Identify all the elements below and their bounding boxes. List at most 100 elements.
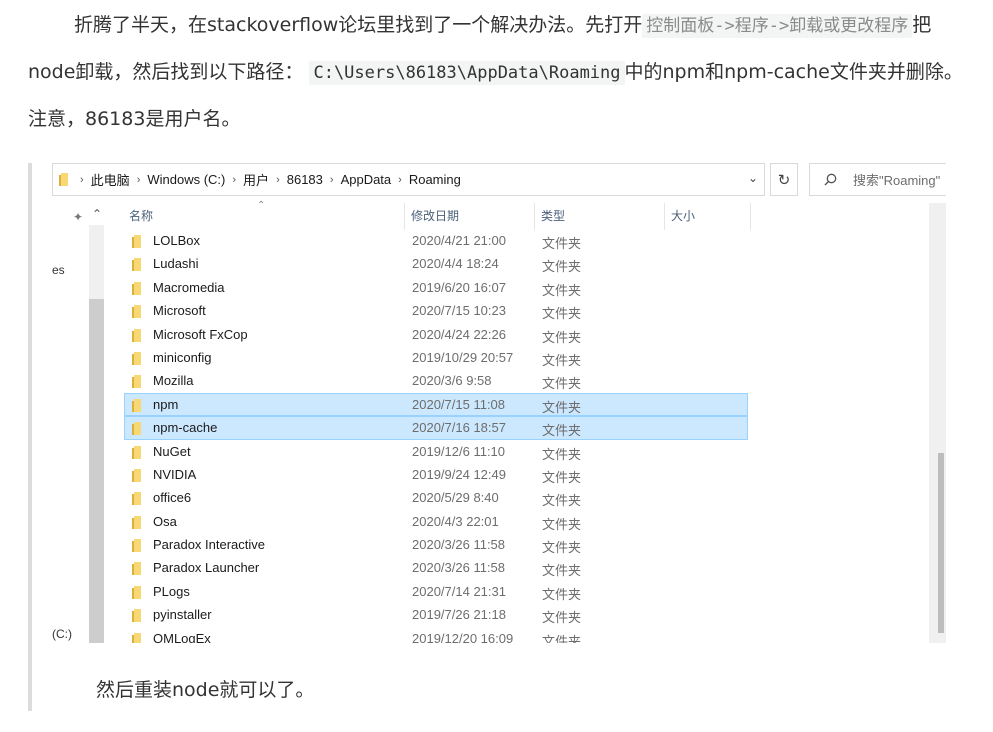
file-row-paradox-interactive[interactable]: Paradox Interactive 2020/3/26 11:58 文件夹 [124,533,748,556]
search-icon [824,173,837,186]
pin-icon[interactable]: ✦ [73,210,83,224]
folder-icon [132,491,144,508]
chevron-right-icon[interactable]: › [398,174,402,186]
folder-icon [132,374,144,391]
chevron-right-icon[interactable]: › [80,174,84,186]
folder-icon [132,632,144,643]
file-date: 2019/9/24 12:49 [412,466,506,482]
file-row-qmlogex[interactable]: QMLogEx 2019/12/20 16:09 文件夹 [124,627,748,643]
file-row-microsoft[interactable]: Microsoft 2020/7/15 10:23 文件夹 [124,299,748,322]
column-divider[interactable] [534,203,535,230]
file-date: 2020/5/29 8:40 [412,490,499,506]
folder-icon [132,608,144,625]
chevron-right-icon[interactable]: › [137,174,141,186]
breadcrumb-item[interactable]: 用户 [243,170,269,189]
file-list-scrollbar-thumb[interactable] [938,453,944,633]
file-name: Macromedia [153,279,225,295]
folder-icon [132,538,144,555]
file-date: 2020/4/3 22:01 [412,513,499,529]
file-list: LOLBox 2020/4/21 21:00 文件夹 Ludashi 2020/4/4 … [124,229,748,643]
file-name: miniconfig [153,349,212,365]
folder-icon [132,515,144,532]
file-name: npm [153,396,179,412]
search-box[interactable]: 搜索"Roaming" [809,163,946,196]
article-paragraph: 折腾了半天，在stackoverflow论坛里找到了一个解决办法。先打开 控制面板… [28,2,973,142]
file-row-paradox-launcher[interactable]: Paradox Launcher 2020/3/26 11:58 文件夹 [124,556,748,579]
file-type: 文件夹 [542,423,582,439]
breadcrumb-item[interactable]: Windows (C:) [147,172,225,187]
file-name: NuGet [153,443,191,459]
address-bar[interactable]: › 此电脑 › Windows (C:) › 用户 › 86183 › AppData › Roami… [52,163,765,196]
folder-icon [59,173,68,186]
chevron-right-icon[interactable]: › [232,174,236,186]
file-date: 2020/3/26 11:58 [412,560,506,576]
file-type: 文件夹 [542,399,582,415]
file-row-lolbox[interactable]: LOLBox 2020/4/21 21:00 文件夹 [124,229,748,252]
column-divider[interactable] [664,203,665,230]
folder-icon [132,445,144,462]
chevron-down-icon[interactable]: ⌄ [748,171,758,185]
file-type: 文件夹 [542,563,582,579]
column-divider[interactable] [750,203,751,230]
nav-scrollbar-thumb[interactable] [89,299,104,643]
file-name: LOLBox [153,233,200,248]
file-type: 文件夹 [542,352,582,368]
file-name: pyinstaller [153,607,212,623]
file-date: 2020/7/14 21:31 [412,583,506,599]
navigation-pane: ✦ ⌃ es (C:) [52,203,104,643]
breadcrumb-item[interactable]: Roaming [409,172,461,187]
breadcrumb-item[interactable]: AppData [341,172,392,187]
file-name: npm-cache [153,420,218,436]
file-row-microsoft-fxcop[interactable]: Microsoft FxCop 2020/4/24 22:26 文件夹 [124,323,748,346]
file-row-pyinstaller[interactable]: pyinstaller 2019/7/26 21:18 文件夹 [124,603,748,626]
file-row-mozilla[interactable]: Mozilla 2020/3/6 9:58 文件夹 [124,369,748,392]
file-row-osa[interactable]: Osa 2020/4/3 22:01 文件夹 [124,510,748,533]
file-name: Osa [153,513,177,529]
chevron-right-icon[interactable]: › [330,174,334,186]
breadcrumb-item[interactable]: 86183 [287,172,323,187]
breadcrumb-item[interactable]: 此电脑 [91,170,130,189]
nav-partial-label-drive[interactable]: (C:) [52,627,72,641]
file-name: Ludashi [153,256,199,272]
closing-paragraph: 然后重装node就可以了。 [28,667,973,713]
folder-icon [132,234,144,251]
column-header-date[interactable]: 修改日期 [411,207,459,229]
folder-icon [132,398,144,415]
folder-icon [132,585,144,602]
column-header-type[interactable]: 类型 [541,207,565,229]
refresh-icon: ↻ [777,171,791,189]
file-date: 2020/3/26 11:58 [412,537,506,553]
file-row-macromedia[interactable]: Macromedia 2019/6/20 16:07 文件夹 [124,276,748,299]
refresh-button[interactable]: ↻ [770,163,798,196]
file-row-nvidia[interactable]: NVIDIA 2019/9/24 12:49 文件夹 [124,463,748,486]
folder-icon [132,351,144,368]
file-name: PLogs [153,583,190,599]
column-header-name[interactable]: 名称 [129,207,153,229]
file-row-plogs[interactable]: PLogs 2020/7/14 21:31 文件夹 [124,580,748,603]
column-header-size[interactable]: 大小 [671,207,695,229]
file-row-office6[interactable]: office6 2020/5/29 8:40 文件夹 [124,486,748,509]
file-date: 2020/4/4 18:24 [412,256,499,272]
file-type: 文件夹 [542,282,582,298]
file-type: 文件夹 [542,236,582,251]
file-type: 文件夹 [542,329,582,345]
column-divider[interactable] [404,203,405,230]
inline-code-path: C:\Users\86183\AppData\Roaming [309,61,625,85]
file-row-nuget[interactable]: NuGet 2019/12/6 11:10 文件夹 [124,440,748,463]
explorer-screenshot: › 此电脑 › Windows (C:) › 用户 › 86183 › AppData › Roami… [52,163,946,643]
file-row-npm[interactable]: npm 2020/7/15 11:08 文件夹 [124,392,748,417]
scroll-up-icon[interactable]: ⌃ [92,207,102,221]
file-date: 2020/4/24 22:26 [412,326,506,342]
nav-partial-label[interactable]: es [52,263,65,277]
file-type: 文件夹 [542,259,582,275]
folder-icon [132,421,144,438]
file-name: Microsoft FxCop [153,326,248,342]
file-row-ludashi[interactable]: Ludashi 2020/4/4 18:24 文件夹 [124,252,748,275]
file-row-npm-cache[interactable]: npm-cache 2020/7/16 18:57 文件夹 [124,416,748,440]
file-date: 2020/3/6 9:58 [412,373,492,389]
file-name: Paradox Interactive [153,537,266,553]
chevron-right-icon[interactable]: › [276,174,280,186]
file-row-miniconfig[interactable]: miniconfig 2019/10/29 20:57 文件夹 [124,346,748,369]
breadcrumb: › 此电脑 › Windows (C:) › 用户 › 86183 › AppData › Roami… [73,164,461,195]
folder-icon [132,257,144,274]
